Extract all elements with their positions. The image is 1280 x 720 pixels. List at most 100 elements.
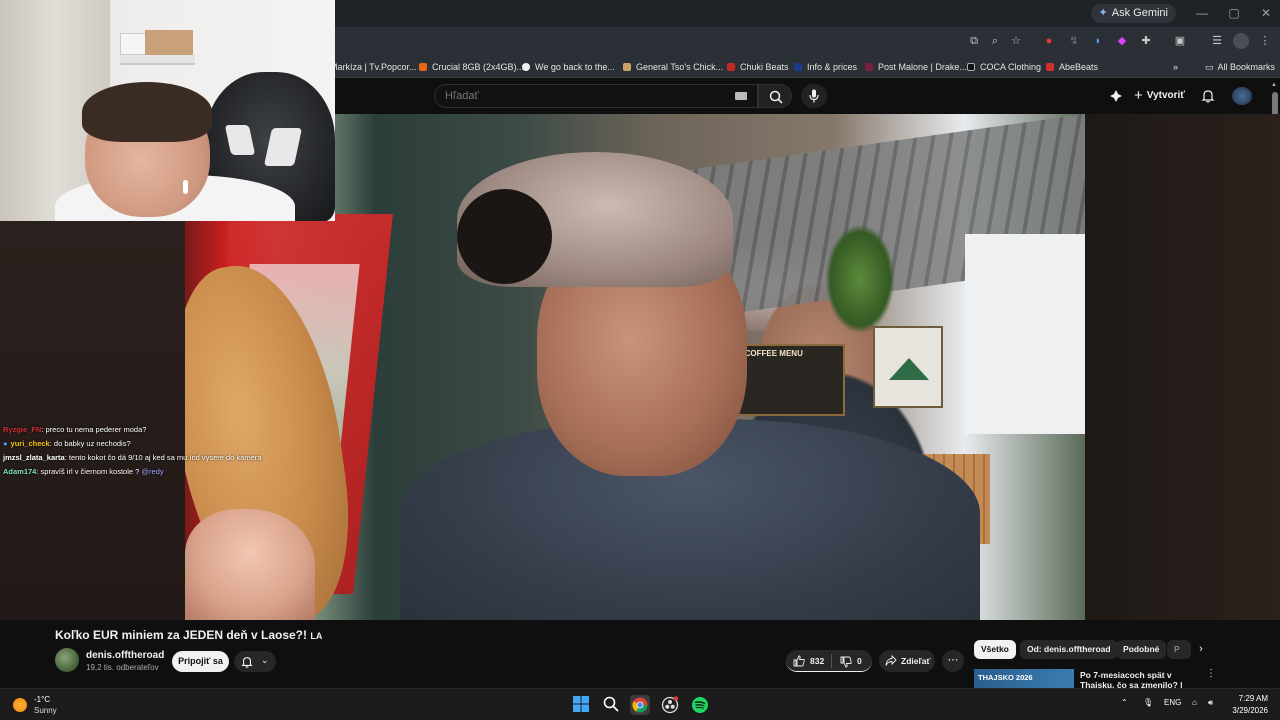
bookmark-label: Post Malone | Drake... (878, 62, 967, 72)
stream-chat-panel (0, 221, 185, 620)
zoom-icon[interactable]: ⌕ (987, 33, 1003, 49)
windows-start-icon[interactable] (572, 695, 592, 715)
extensions-puzzle-icon[interactable]: ✚ (1138, 33, 1154, 49)
thumbs-down-icon[interactable] (840, 656, 852, 668)
video-title: Koľko EUR miniem za JEDEN deň v Laose?! … (55, 628, 322, 642)
mountain-logo-icon (889, 358, 929, 380)
bookmark-label: General Tso's Chick... (636, 62, 724, 72)
bookmark-item[interactable]: AbeBeats (1046, 60, 1098, 74)
bookmark-label: Chuki Beats (740, 62, 789, 72)
bookmark-item[interactable]: COCA Clothing (967, 60, 1041, 74)
bookmark-item[interactable]: Info & prices (794, 60, 857, 74)
bookmark-item[interactable]: Post Malone | Drake... (865, 60, 967, 74)
bookmark-label: Info & prices (807, 62, 858, 72)
dislike-count: 0 (857, 656, 862, 666)
bookmark-star-icon[interactable]: ☆ (1008, 33, 1024, 49)
minimize-button[interactable]: — (1187, 4, 1217, 23)
chips-next-chevron-icon[interactable]: › (1193, 640, 1209, 659)
account-avatar[interactable] (1232, 87, 1252, 105)
notification-bell-button[interactable]: ⌄ (234, 651, 276, 672)
channel-name[interactable]: denis.offtheroad (86, 650, 164, 661)
profile-avatar-icon[interactable] (1233, 33, 1249, 49)
stream-chat-messages: Ryzgie_FN: preco tu nema pederer moda? ●… (3, 423, 303, 479)
all-bookmarks-button[interactable]: ▭ All Bookmarks (1205, 60, 1275, 74)
like-divider (831, 654, 832, 668)
weather-temperature[interactable]: -1°C (34, 695, 50, 704)
voice-search-button[interactable] (801, 84, 827, 108)
split-view-icon[interactable]: ▣ (1172, 33, 1188, 49)
webcam-earbud (183, 180, 188, 194)
ask-gemini-label: Ask Gemini (1111, 7, 1168, 19)
share-button[interactable]: Zdieľať (879, 650, 935, 672)
video-hand (185, 509, 315, 620)
webcam-box (120, 33, 148, 55)
network-icon[interactable]: ⌂ (1192, 698, 1197, 707)
volume-icon[interactable]: 🔊︎ (1208, 698, 1213, 708)
subscriber-count: 19,2 tis. odberateľov (86, 663, 159, 672)
video-shop-sign (873, 326, 943, 408)
bookmark-item[interactable]: Crucial 8GB (2x4GB)... (419, 60, 524, 74)
chip-more[interactable]: P (1167, 640, 1191, 659)
clock-date[interactable]: 3/29/2026 (1224, 706, 1268, 715)
chip-related[interactable]: Podobné (1116, 640, 1167, 659)
cast-icon[interactable]: ⧉ (966, 33, 982, 49)
chat-message: ● yuri_check: do babky uz nechodis? (3, 437, 303, 451)
chat-message: jmzsl_zlata_karta: tento kokot čo dá 9/1… (3, 451, 303, 465)
bookmark-favicon-icon (794, 63, 802, 71)
ai-assist-icon[interactable] (1109, 89, 1123, 103)
like-count: 832 (810, 656, 825, 666)
weather-condition[interactable]: Sunny (34, 706, 57, 715)
maximize-button[interactable]: ▢ (1219, 4, 1249, 23)
scroll-up-arrow-icon[interactable]: ▲ (1271, 82, 1277, 88)
chip-from-channel[interactable]: Od: denis.offtheroad (1020, 640, 1118, 659)
bookmark-item[interactable]: General Tso's Chick... (623, 60, 723, 74)
streamer-webcam (0, 0, 335, 221)
extension-pink-icon[interactable]: ◆ (1114, 33, 1130, 49)
recommended-video-title[interactable]: Po 7-mesiacoch spät v Thajsku, čo sa zme… (1080, 670, 1204, 688)
spotify-icon[interactable] (690, 695, 710, 715)
close-window-button[interactable]: ✕ (1251, 4, 1280, 23)
recommended-more-icon[interactable]: ⋮ (1206, 668, 1216, 679)
notifications-icon[interactable] (1201, 89, 1215, 103)
extension-blue-icon[interactable]: ◗ (1090, 33, 1106, 49)
search-button[interactable] (758, 84, 792, 108)
search-input[interactable] (435, 85, 757, 107)
chat-username: jmzsl_zlata_karta (3, 453, 65, 462)
join-button[interactable]: Pripojiť sa (172, 651, 229, 672)
bookmark-item[interactable]: Markíza | Tv.Popcor... (330, 60, 417, 74)
channel-avatar[interactable] (55, 648, 79, 672)
clock-time[interactable]: 7:29 AM (1236, 694, 1268, 703)
keyboard-icon[interactable] (735, 92, 747, 100)
recommended-thumbnail[interactable]: THAJSKO 2026 (974, 669, 1074, 688)
webcam-cardboard-box (145, 30, 193, 55)
bookmark-label: AbeBeats (1059, 62, 1099, 72)
chat-message: Ryzgie_FN: preco tu nema pederer moda? (3, 423, 303, 437)
bookmark-item[interactable]: We go back to the... (522, 60, 615, 74)
bookmarks-overflow-button[interactable]: » (1173, 60, 1178, 74)
chip-all[interactable]: Všetko (974, 640, 1016, 659)
ask-gemini-button[interactable]: ✦ Ask Gemini (1090, 4, 1176, 23)
more-horizontal-icon: ⋯ (947, 654, 959, 666)
google-icon (522, 63, 530, 71)
extension-red-icon[interactable]: ● (1041, 33, 1057, 49)
microphone-tray-icon[interactable]: 🎙︎ (1143, 698, 1153, 707)
chat-username: Adam174 (3, 467, 37, 476)
tray-overflow-chevron-icon[interactable]: ⌃ (1121, 698, 1128, 707)
folder-icon: ▭ (1205, 62, 1214, 72)
thumbs-up-icon[interactable] (793, 655, 805, 667)
thumbnail-text: THAJSKO 2026 (978, 673, 1033, 682)
all-bookmarks-label: All Bookmarks (1217, 62, 1276, 72)
reading-list-icon[interactable]: ☰ (1209, 33, 1225, 49)
input-language[interactable]: ENG (1164, 698, 1181, 707)
sun-weather-icon[interactable] (13, 698, 27, 712)
create-button[interactable]: + Vytvoriť (1134, 88, 1185, 104)
obs-icon[interactable] (660, 695, 680, 715)
browser-menu-icon[interactable]: ⋮ (1257, 33, 1273, 49)
chrome-icon[interactable] (630, 695, 650, 715)
bookmark-item[interactable]: Chuki Beats (727, 60, 789, 74)
bookmark-label: Markíza | Tv.Popcor... (330, 62, 417, 72)
taskbar-search-icon[interactable] (602, 695, 622, 715)
plus-icon: + (1134, 87, 1143, 104)
more-actions-button[interactable]: ⋯ (942, 650, 964, 672)
extension-gray-icon[interactable]: ↯ (1066, 33, 1082, 49)
